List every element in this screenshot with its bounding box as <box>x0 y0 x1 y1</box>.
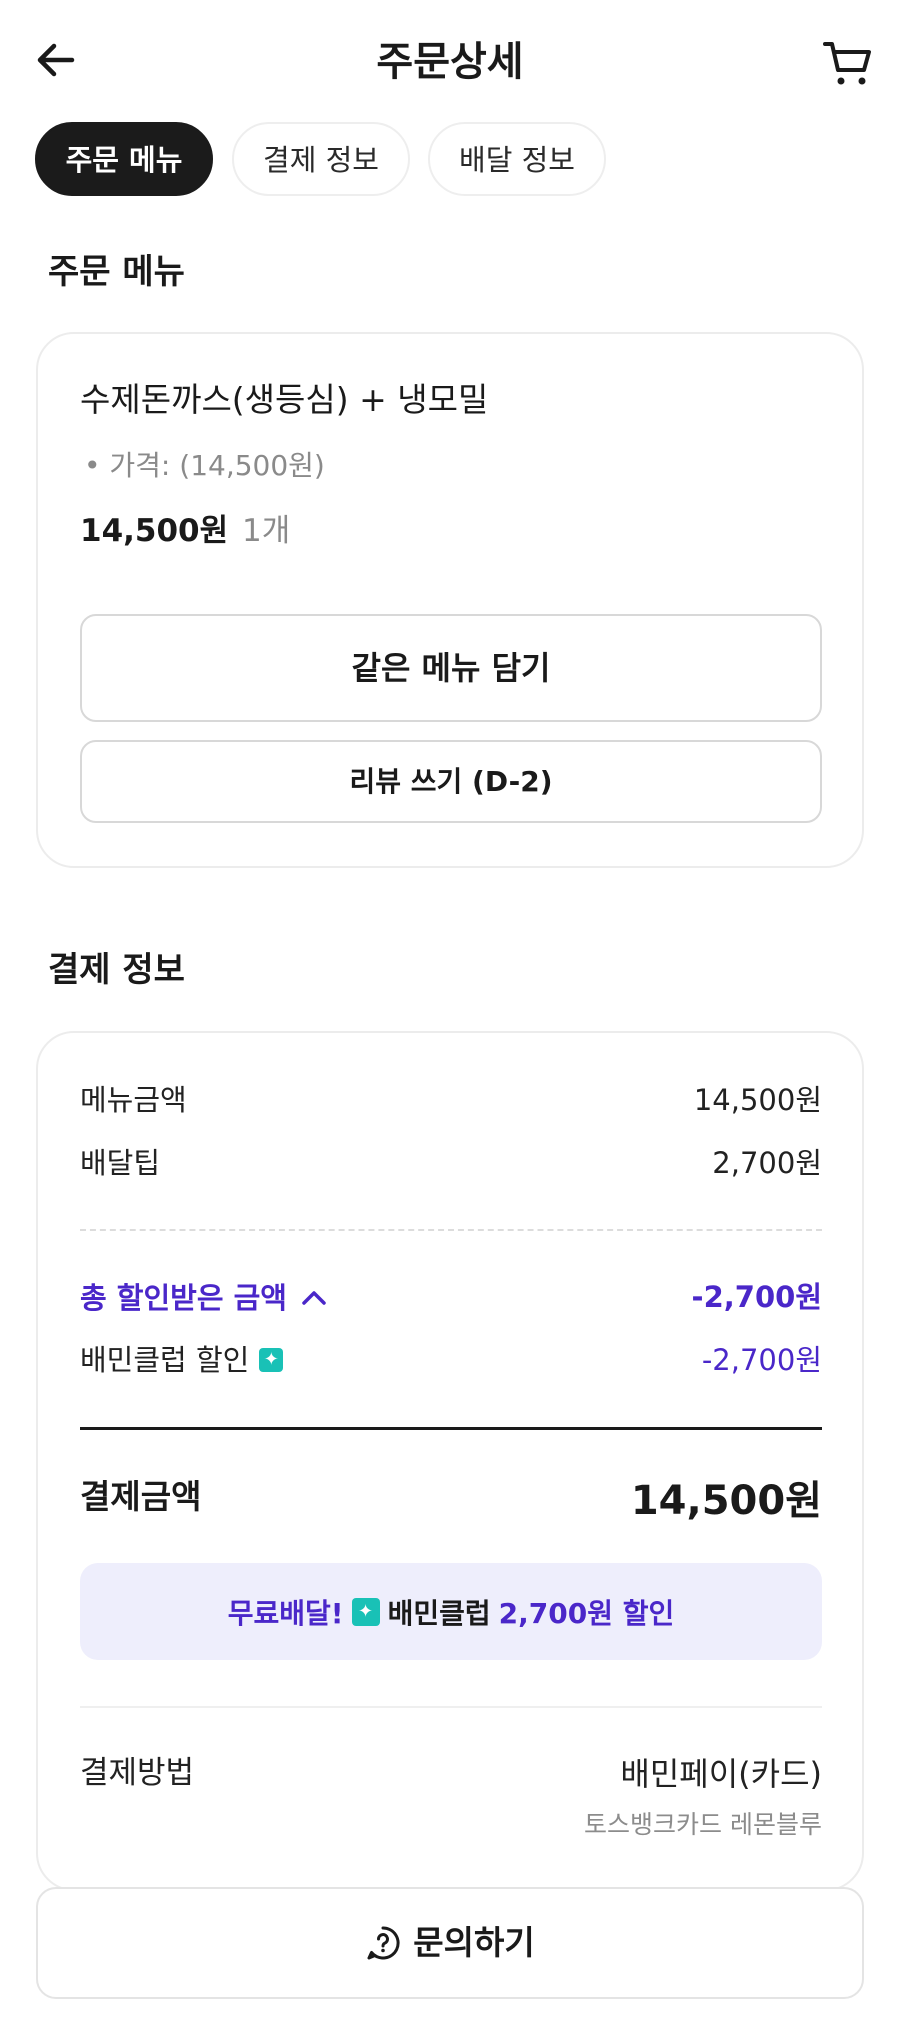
baemin-club-icon: ✦ <box>351 1597 380 1626</box>
club-discount-value: -2,700원 <box>701 1343 822 1377</box>
question-chat-icon <box>367 1926 400 1960</box>
club-discount-row: 배민클럽 할인 ✦ <box>80 1340 284 1380</box>
free-delivery-banner: 무료배달! ✦ 배민클럽 2,700원 할인 <box>80 1563 822 1660</box>
dashed-divider <box>80 1229 822 1231</box>
banner-club-text: 배민클럽 <box>387 1596 491 1630</box>
banner-free-text: 무료배달! <box>227 1596 344 1630</box>
menu-amount-value: 14,500원 <box>693 1083 822 1117</box>
total-discount-toggle[interactable]: 총 할인받은 금액 <box>80 1277 327 1319</box>
chevron-up-icon <box>302 1291 326 1305</box>
pay-amount-value: 14,500원 <box>630 1478 822 1524</box>
baemin-club-icon: ✦ <box>259 1348 284 1372</box>
delivery-tip-value: 2,700원 <box>712 1146 822 1180</box>
inquiry-button[interactable]: 문의하기 <box>36 1887 864 1999</box>
card-name: 토스뱅크카드 레몬블루 <box>584 1810 822 1839</box>
tab-order-menu[interactable]: 주문 메뉴 <box>35 122 213 196</box>
solid-divider <box>80 1427 822 1430</box>
menu-item-option: • 가격: (14,500원) <box>84 449 325 482</box>
write-review-button[interactable]: 리뷰 쓰기 (D-2) <box>80 740 822 823</box>
tab-delivery-info[interactable]: 배달 정보 <box>428 122 606 196</box>
light-divider <box>80 1706 822 1708</box>
cart-icon[interactable] <box>822 38 874 88</box>
banner-discount-text: 2,700원 할인 <box>498 1596 675 1630</box>
add-same-menu-button[interactable]: 같은 메뉴 담기 <box>80 614 822 722</box>
app-header: 주문상세 <box>0 0 900 120</box>
page-title: 주문상세 <box>376 39 524 85</box>
payment-method-value: 배민페이(카드) <box>620 1755 822 1793</box>
menu-item-price-row: 14,500원 1개 <box>80 510 290 552</box>
menu-item-quantity: 1개 <box>242 513 291 549</box>
menu-item-name: 수제돈까스(생등심) + 냉모밀 <box>80 380 489 419</box>
order-menu-section-title: 주문 메뉴 <box>48 252 185 292</box>
total-discount-label: 총 할인받은 금액 <box>80 1281 287 1315</box>
tab-payment-info[interactable]: 결제 정보 <box>232 122 410 196</box>
inquiry-label: 문의하기 <box>413 1923 535 1962</box>
payment-method-label: 결제방법 <box>80 1755 195 1791</box>
pay-amount-label: 결제금액 <box>80 1477 202 1516</box>
delivery-tip-label: 배달팁 <box>80 1146 161 1180</box>
payment-section-title: 결제 정보 <box>48 950 185 990</box>
menu-amount-label: 메뉴금액 <box>80 1083 187 1117</box>
club-discount-label: 배민클럽 할인 <box>80 1343 250 1377</box>
total-discount-value: -2,700원 <box>691 1280 822 1314</box>
menu-item-price: 14,500원 <box>80 513 229 549</box>
